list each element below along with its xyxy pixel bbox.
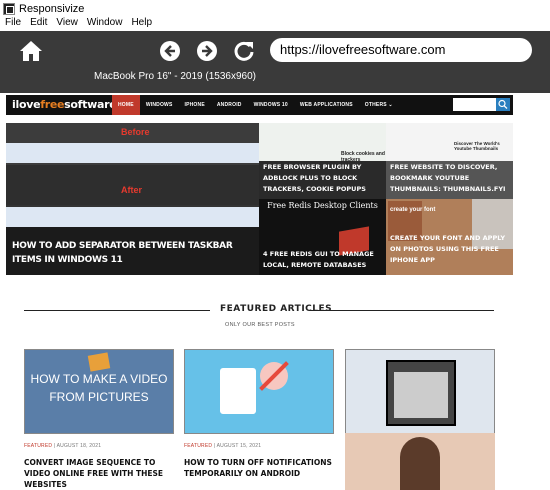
site-nav-items: HOME WINDOWS IPHONE ANDROID WINDOWS 10 W…: [112, 95, 399, 115]
window-resize-inner: [394, 372, 448, 418]
tile-adblock[interactable]: Block cookies and trackers FREE BROWSER …: [259, 123, 386, 199]
reload-icon[interactable]: [233, 40, 255, 62]
window-title: Responsivize: [19, 2, 85, 15]
menu-view[interactable]: View: [56, 17, 78, 31]
menu-help[interactable]: Help: [131, 17, 152, 31]
card-date: AUGUST 15, 2021: [216, 443, 262, 449]
page-viewport: ilovefreesoftware HOME WINDOWS IPHONE AN…: [0, 93, 550, 490]
logo-part: software: [64, 98, 117, 111]
card-image-text: HOW TO MAKE A VIDEO FROM PICTURES: [30, 372, 168, 404]
taskbar-after: [6, 207, 259, 227]
nav-windows[interactable]: WINDOWS: [140, 95, 179, 115]
home-icon[interactable]: [19, 40, 43, 62]
tile-title: FREE WEBSITE TO DISCOVER, BOOKMARK YOUTU…: [390, 163, 506, 193]
featured-subheading: ONLY OUR BEST POSTS: [225, 322, 295, 328]
toolbar: https://ilovefreesoftware.com MacBook Pr…: [0, 31, 550, 93]
after-label: After: [121, 185, 143, 195]
divider-left: [24, 310, 210, 311]
before-label: Before: [121, 127, 150, 137]
nav-android[interactable]: ANDROID: [211, 95, 248, 115]
tile-title: 4 FREE REDIS GUI TO MANAGE LOCAL, REMOTE…: [263, 250, 374, 269]
taskbar-before: [6, 143, 259, 163]
url-input[interactable]: https://ilovefreesoftware.com: [270, 38, 532, 62]
tile-redis[interactable]: Free Redis Desktop Clients 4 FREE REDIS …: [259, 199, 386, 275]
card-category[interactable]: FEATURED: [24, 443, 52, 449]
menu-file[interactable]: File: [5, 17, 21, 31]
nav-web-applications[interactable]: WEB APPLICATIONS: [294, 95, 359, 115]
logo-part-free: free: [40, 98, 65, 111]
nav-windows-10[interactable]: WINDOWS 10: [248, 95, 294, 115]
tile-image-text: Free Redis Desktop Clients: [267, 201, 378, 210]
hero-article[interactable]: Before After HOW TO ADD SEPARATOR BETWEE…: [6, 123, 259, 275]
ad-image[interactable]: [345, 433, 495, 490]
card-image-resize[interactable]: [345, 349, 495, 434]
menu-window[interactable]: Window: [87, 17, 123, 31]
card-title[interactable]: CONVERT IMAGE SEQUENCE TO VIDEO ONLINE F…: [24, 457, 174, 490]
tile-thumbnails[interactable]: Discover The World's Youtube Thumbnails …: [386, 123, 513, 199]
divider-right: [310, 310, 494, 311]
site-navbar: ilovefreesoftware HOME WINDOWS IPHONE AN…: [6, 95, 513, 115]
tile-font[interactable]: create your font CREATE YOUR FONT AND AP…: [386, 199, 513, 275]
forward-icon[interactable]: [196, 40, 218, 62]
tile-image-text: create your font: [390, 207, 436, 213]
nav-iphone[interactable]: IPHONE: [179, 95, 211, 115]
featured-heading: FEATURED ARTICLES: [220, 304, 333, 314]
menu-edit[interactable]: Edit: [30, 17, 47, 31]
tile-title: FREE BROWSER PLUGIN BY ADBLOCK PLUS TO B…: [263, 163, 366, 193]
card-date: AUGUST 18, 2021: [56, 443, 102, 449]
device-label: MacBook Pro 16" - 2019 (1536x960): [94, 71, 256, 82]
card-title[interactable]: HOW TO TURN OFF NOTIFICATIONS TEMPORARIL…: [184, 457, 334, 479]
app-icon: [3, 2, 15, 15]
card-category[interactable]: FEATURED: [184, 443, 212, 449]
back-icon[interactable]: [159, 40, 181, 62]
card-image-notifications[interactable]: [184, 349, 334, 434]
site-search-button[interactable]: [496, 98, 510, 111]
site-search-input[interactable]: [453, 98, 496, 111]
card-meta: FEATURED | AUGUST 18, 2021: [24, 443, 102, 449]
menubar: File Edit View Window Help: [0, 17, 550, 31]
clipboard-icon: [220, 368, 256, 414]
logo-part: ilove: [12, 98, 41, 111]
nav-home[interactable]: HOME: [112, 95, 140, 115]
ad-portrait: [400, 437, 440, 490]
pictures-icon: [87, 352, 111, 372]
card-image-video[interactable]: HOW TO MAKE A VIDEO FROM PICTURES: [24, 349, 174, 434]
hero-title: HOW TO ADD SEPARATOR BETWEEN TASKBAR ITE…: [12, 241, 233, 265]
tile-image-text: Discover The World's Youtube Thumbnails: [454, 141, 500, 151]
window-titlebar: Responsivize: [0, 0, 550, 17]
tile-title: CREATE YOUR FONT AND APPLY ON PHOTOS USI…: [390, 234, 506, 264]
nav-others[interactable]: OTHERS ⌄: [359, 95, 399, 115]
card-meta: FEATURED | AUGUST 15, 2021: [184, 443, 262, 449]
site-logo[interactable]: ilovefreesoftware: [12, 98, 117, 111]
search-icon: [498, 99, 508, 109]
